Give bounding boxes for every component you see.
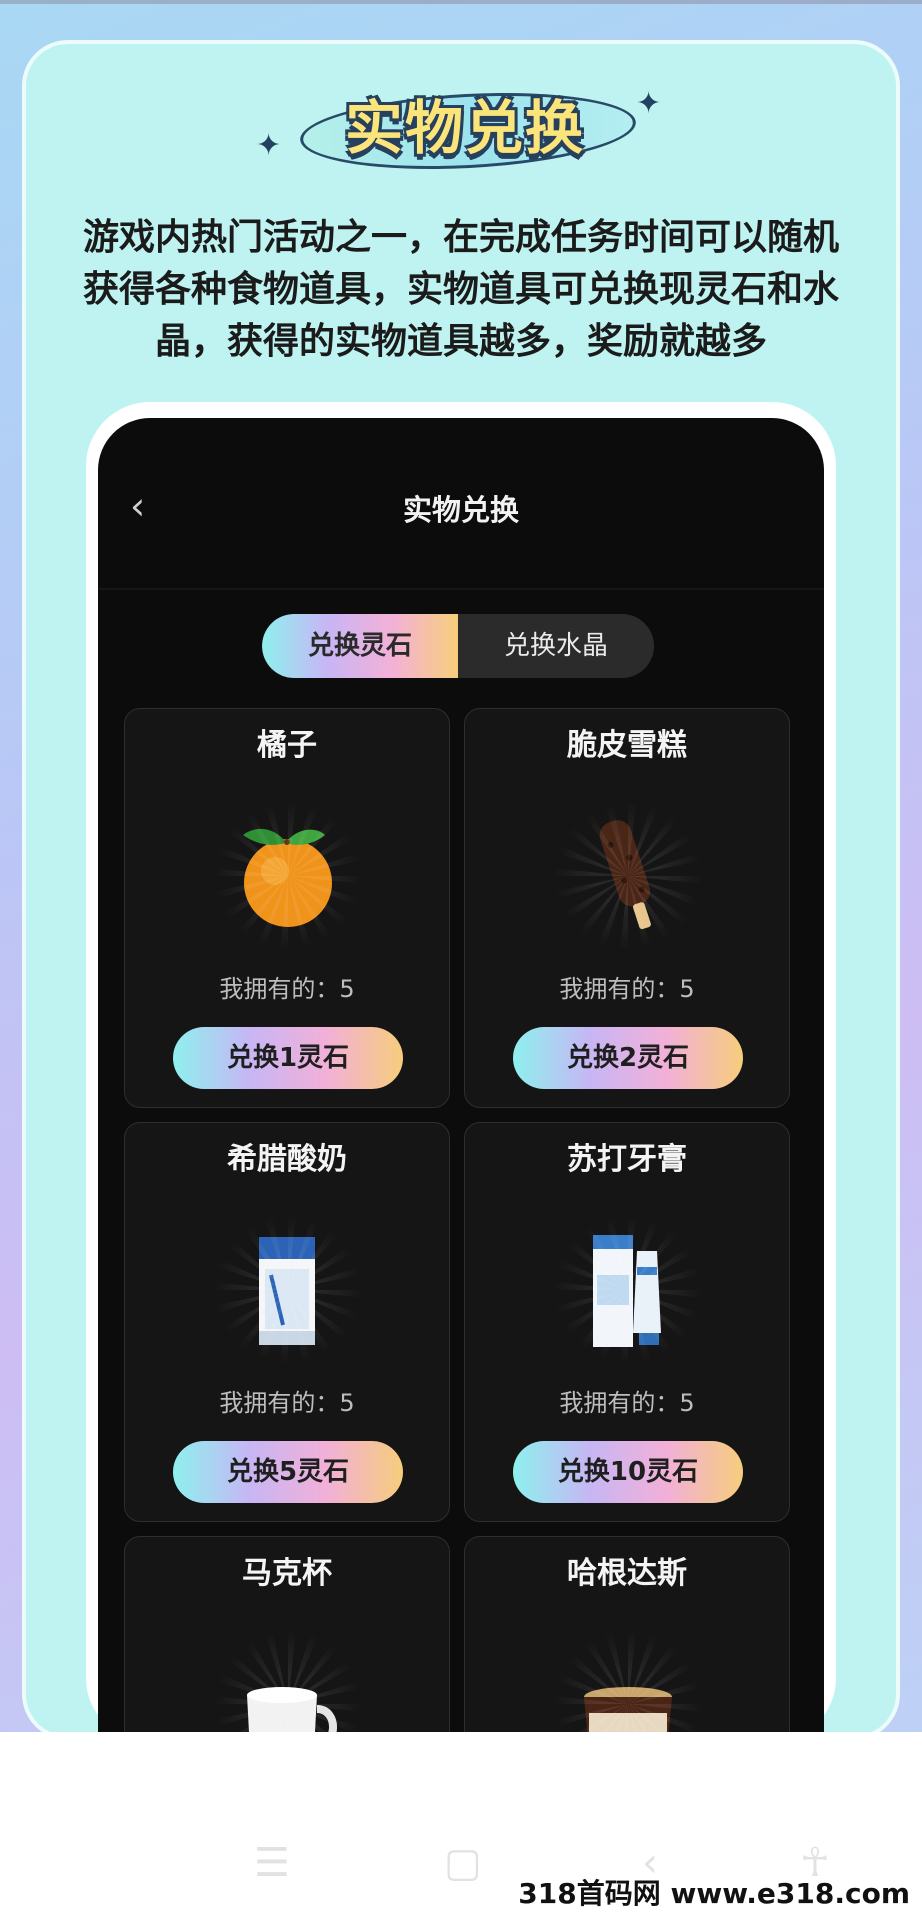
item-name: 脆皮雪糕	[567, 728, 687, 763]
top-status-line	[0, 0, 922, 4]
item-card-ice-cream-tub: 哈根达斯	[464, 1536, 790, 1740]
description: 游戏内热门活动之一，在完成任务时间可以随机 获得各种食物道具，实物道具可兑换现灵…	[70, 212, 852, 368]
nav-bar: ‹ 实物兑换	[98, 480, 824, 540]
exchange-button[interactable]: 兑换1灵石	[173, 1027, 403, 1089]
menu-icon[interactable]: ☰	[254, 1840, 290, 1886]
exchange-button[interactable]: 兑换5灵石	[173, 1441, 403, 1503]
item-name: 希腊酸奶	[227, 1142, 347, 1177]
item-owned-count: 我拥有的：5	[559, 1389, 695, 1417]
toothpaste-icon	[553, 1215, 703, 1365]
item-owned-count: 我拥有的：5	[219, 1389, 355, 1417]
banner-title-text: 实物兑换	[344, 94, 585, 162]
item-owned-count: 我拥有的：5	[559, 975, 695, 1003]
sparkle-icon: ✦	[256, 128, 282, 163]
item-card-toothpaste: 苏打牙膏 我拥有的：5 兑换10灵石	[464, 1122, 790, 1522]
page-title: 实物兑换	[402, 493, 519, 527]
mug-icon	[213, 1629, 363, 1740]
orange-icon	[213, 801, 363, 951]
description-line: 晶，获得的实物道具越多，奖励就越多	[154, 321, 767, 362]
item-name: 苏打牙膏	[567, 1142, 687, 1177]
exchange-button[interactable]: 兑换10灵石	[513, 1441, 743, 1503]
banner-title: 实物兑换	[298, 85, 638, 177]
exchange-button[interactable]: 兑换2灵石	[513, 1027, 743, 1089]
item-name: 马克杯	[242, 1556, 332, 1591]
sparkle-icon: ✦	[636, 86, 662, 121]
exchange-tabs: 兑换灵石 兑换水晶	[262, 614, 654, 678]
nav-divider	[98, 588, 824, 590]
home-icon[interactable]: ▢	[444, 1840, 482, 1886]
watermark: 318首码网 www.e318.com	[518, 1877, 910, 1910]
item-owned-count: 我拥有的：5	[219, 975, 355, 1003]
tab-exchange-lingshi[interactable]: 兑换灵石	[262, 614, 458, 678]
ice-cream-tub-icon	[553, 1629, 703, 1740]
item-card-ice-cream-bar: 脆皮雪糕 我拥有的：5 兑换2灵石	[464, 708, 790, 1108]
phone-screen: ‹ 实物兑换 兑换灵石 兑换水晶 橘子 我拥有的：5 兑换1灵石 脆皮雪糕 我拥…	[98, 418, 824, 1740]
item-card-mug: 马克杯	[124, 1536, 450, 1740]
yogurt-carton-icon	[213, 1215, 363, 1365]
item-card-yogurt: 希腊酸奶 我拥有的：5 兑换5灵石	[124, 1122, 450, 1522]
item-card-orange: 橘子 我拥有的：5 兑换1灵石	[124, 708, 450, 1108]
ice-cream-bar-icon	[553, 801, 703, 951]
item-name: 橘子	[257, 728, 317, 763]
description-line: 获得各种食物道具，实物道具可兑换现灵石和水	[82, 269, 839, 310]
item-name: 哈根达斯	[567, 1556, 687, 1591]
description-line: 游戏内热门活动之一，在完成任务时间可以随机	[82, 217, 839, 258]
tab-exchange-crystal[interactable]: 兑换水晶	[458, 614, 654, 678]
